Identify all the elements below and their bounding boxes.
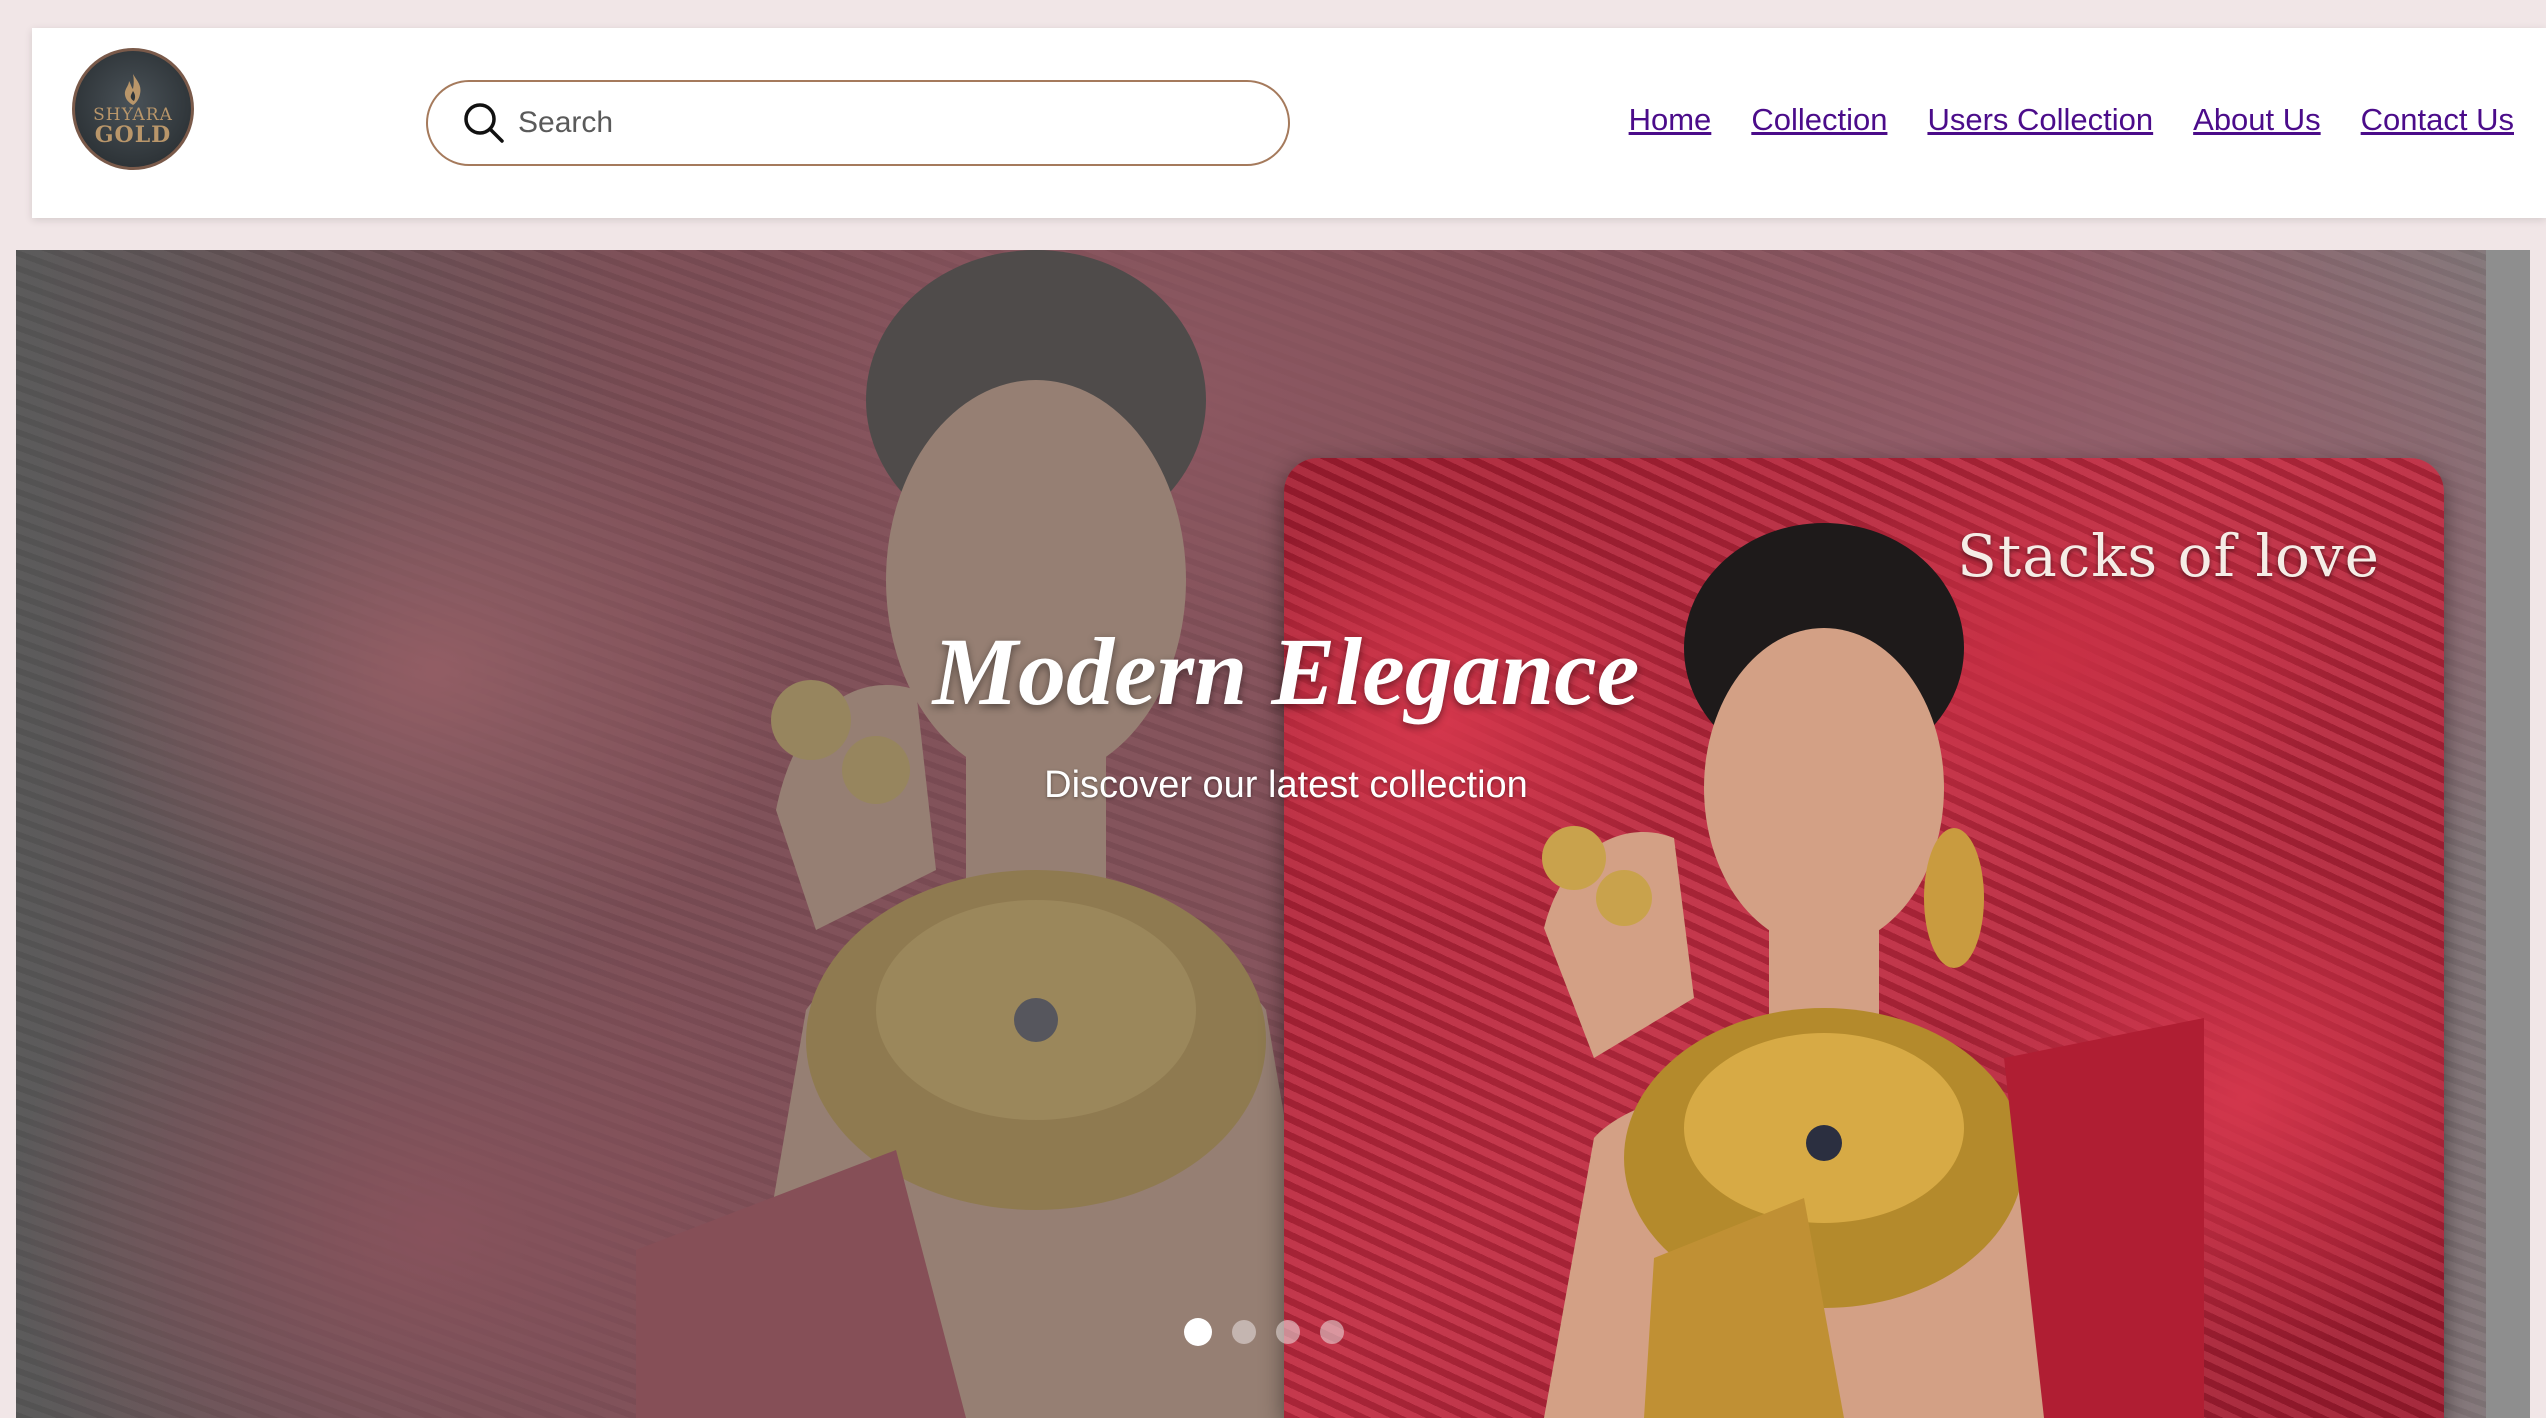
carousel-indicators <box>1184 1318 1344 1346</box>
nav-link-collection[interactable]: Collection <box>1751 102 1887 138</box>
hero-edge-shade <box>2486 250 2530 1418</box>
nav-link-about-us[interactable]: About Us <box>2193 102 2321 138</box>
hero-subtitle: Discover our latest collection <box>1044 764 1528 806</box>
logo-text-line1: SHYARA <box>93 104 173 125</box>
carousel-dot-1[interactable] <box>1184 1318 1212 1346</box>
hero-title: Modern Elegance <box>932 618 1640 725</box>
main-nav: Home Collection Users Collection About U… <box>1629 102 2514 138</box>
carousel-dot-2[interactable] <box>1232 1320 1256 1344</box>
brand-logo[interactable]: SHYARA GOLD <box>72 48 194 170</box>
nav-link-users-collection[interactable]: Users Collection <box>1927 102 2153 138</box>
nav-link-contact-us[interactable]: Contact Us <box>2361 102 2514 138</box>
carousel-dot-3[interactable] <box>1276 1320 1300 1344</box>
logo-text-line2: GOLD <box>94 121 172 148</box>
hero-carousel: Stacks of love Modern Elegance Discover … <box>16 250 2530 1418</box>
nav-link-home[interactable]: Home <box>1629 102 1712 138</box>
carousel-dot-4[interactable] <box>1320 1320 1344 1344</box>
search-input[interactable] <box>518 93 1218 153</box>
flame-icon <box>124 73 141 105</box>
featured-card[interactable]: Stacks of love <box>1284 458 2444 1418</box>
site-header: SHYARA GOLD Home Collection Users Collec… <box>32 28 2546 218</box>
featured-card-title: Stacks of love <box>1957 522 2380 590</box>
search-bar[interactable] <box>426 80 1290 166</box>
search-icon[interactable] <box>462 101 506 145</box>
